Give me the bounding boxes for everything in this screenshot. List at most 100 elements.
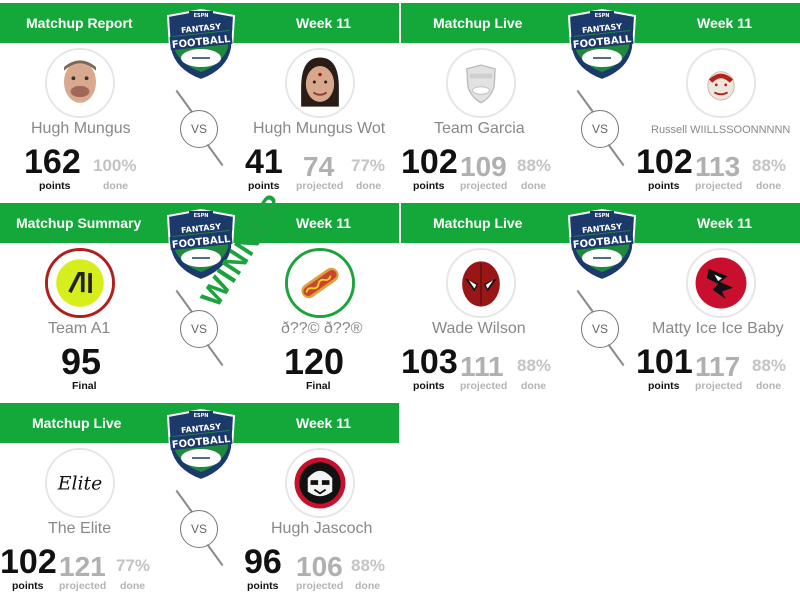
team-name-left[interactable]: Team Garcia — [434, 120, 525, 138]
team-name-right[interactable]: Matty Ice Ice Baby — [652, 320, 784, 338]
done-pct-right: 77% — [351, 156, 386, 175]
card-title: Matchup Report — [26, 15, 133, 31]
projected-left: 121 — [59, 551, 106, 582]
vs-line-top — [175, 489, 193, 513]
team-name-right[interactable]: Hugh Jascoch — [271, 520, 372, 538]
team-avatar-left[interactable] — [45, 48, 115, 118]
week-label: Week 11 — [697, 215, 753, 231]
projected-label-left: projected — [59, 580, 107, 592]
vs-line-bottom — [607, 143, 625, 167]
score-right: 102 — [636, 143, 693, 181]
done-pct-left: 88% — [517, 156, 552, 175]
matchup-card-1[interactable]: Matchup Live Week 11 ESPN FANTASY FOOTBA… — [401, 0, 800, 200]
final-label-left: Final — [72, 380, 97, 392]
done-label-left: done — [521, 180, 547, 192]
team-name-right[interactable]: Hugh Mungus Wot — [253, 120, 385, 138]
matchup-card-2[interactable]: Matchup Summary Week 11 ESPN FANTASY FOO… — [0, 200, 399, 400]
elite-logo-text: Elite — [57, 474, 103, 495]
projected-right: 113 — [695, 151, 741, 182]
team-avatar-left[interactable]: Elite — [45, 448, 115, 518]
team-name-right[interactable]: Russell WIILLSSOONNNNN — [651, 124, 790, 136]
team-name-left[interactable]: Hugh Mungus — [31, 120, 131, 138]
score-label-right: points — [247, 580, 279, 592]
team-avatar-right[interactable] — [686, 248, 756, 318]
done-pct-right: 88% — [752, 356, 787, 375]
vs-line-top — [175, 289, 193, 313]
score-label-right: points — [648, 180, 680, 192]
done-label-right: done — [756, 380, 782, 392]
vs-badge: VS — [180, 110, 218, 148]
logo-brand-text: ESPN — [194, 413, 209, 419]
projected-left: 111 — [460, 351, 504, 382]
fantasy-football-logo-icon: ESPN FANTASY FOOTBALL — [563, 8, 641, 82]
projected-label-right: projected — [695, 380, 743, 392]
projected-right: 106 — [296, 551, 343, 582]
done-label-left: done — [120, 580, 146, 592]
team-avatar-right[interactable] — [285, 48, 355, 118]
done-label-left: done — [521, 380, 547, 392]
score-right: 96 — [244, 543, 282, 581]
logo-brand-text: ESPN — [595, 213, 610, 219]
team-avatar-right[interactable] — [686, 48, 756, 118]
score-label-left: points — [12, 580, 44, 592]
team-name-left[interactable]: Team A1 — [48, 320, 110, 338]
week-label: Week 11 — [296, 15, 352, 31]
vs-line-top — [576, 289, 594, 313]
card-title: Matchup Live — [433, 215, 523, 231]
vs-line-bottom — [206, 343, 224, 367]
team-name-left[interactable]: The Elite — [48, 520, 111, 538]
done-pct-right: 88% — [351, 556, 386, 575]
card-title: Matchup Live — [433, 15, 523, 31]
team-avatar-left[interactable] — [446, 248, 516, 318]
score-label-left: points — [413, 180, 445, 192]
vs-line-bottom — [607, 343, 625, 367]
vs-badge: VS — [180, 310, 218, 348]
fantasy-football-logo-icon: ESPN FANTASY FOOTBALL — [162, 408, 240, 482]
score-label-left: points — [413, 380, 445, 392]
matchup-card-0[interactable]: Matchup Report Week 11 ESPN FANTASY FOOT… — [0, 0, 399, 200]
projected-label-right: projected — [296, 580, 344, 592]
projected-label-right: projected — [296, 180, 344, 192]
week-label: Week 11 — [296, 415, 352, 431]
projected-right: 74 — [303, 151, 335, 182]
done-label-left: done — [103, 180, 129, 192]
projected-left: 109 — [460, 151, 507, 182]
logo-brand-text: ESPN — [595, 13, 610, 19]
vs-line-top — [576, 89, 594, 113]
team-avatar-left[interactable] — [45, 248, 115, 318]
week-label: Week 11 — [697, 15, 753, 31]
score-left: 103 — [401, 343, 458, 381]
logo-brand-text: ESPN — [194, 13, 209, 19]
vs-badge: VS — [581, 310, 619, 348]
projected-right: 117 — [695, 351, 741, 382]
card-title: Matchup Summary — [16, 215, 142, 231]
matchup-card-3[interactable]: Matchup Live Week 11 ESPN FANTASY FOOTBA… — [401, 200, 800, 400]
final-label-right: Final — [306, 380, 331, 392]
team-avatar-right[interactable] — [285, 248, 355, 318]
team-name-right[interactable]: ð??© ð??® — [281, 320, 362, 338]
done-pct-right: 88% — [752, 156, 787, 175]
logo-brand-text: ESPN — [194, 213, 209, 219]
vs-line-bottom — [206, 543, 224, 567]
team-name-left[interactable]: Wade Wilson — [432, 320, 526, 338]
score-left: 95 — [61, 341, 102, 382]
score-left: 102 — [401, 143, 458, 181]
score-right: 120 — [284, 341, 345, 382]
vs-line-bottom — [206, 143, 224, 167]
score-right: 41 — [245, 143, 283, 181]
projected-label-left: projected — [460, 380, 508, 392]
matchup-card-4[interactable]: Matchup Live Week 11 ESPN FANTASY FOOTBA… — [0, 400, 399, 600]
score-label-right: points — [648, 380, 680, 392]
score-label-left: points — [39, 180, 71, 192]
projected-label-left: projected — [460, 180, 508, 192]
vs-badge: VS — [180, 510, 218, 548]
card-title: Matchup Live — [32, 415, 122, 431]
done-label-right: done — [756, 180, 782, 192]
projected-label-right: projected — [695, 180, 743, 192]
team-avatar-left[interactable] — [446, 48, 516, 118]
score-left: 162 — [24, 143, 81, 181]
done-pct-left: 100% — [93, 156, 137, 175]
team-avatar-right[interactable] — [285, 448, 355, 518]
done-label-right: done — [356, 180, 382, 192]
done-pct-left: 88% — [517, 356, 552, 375]
